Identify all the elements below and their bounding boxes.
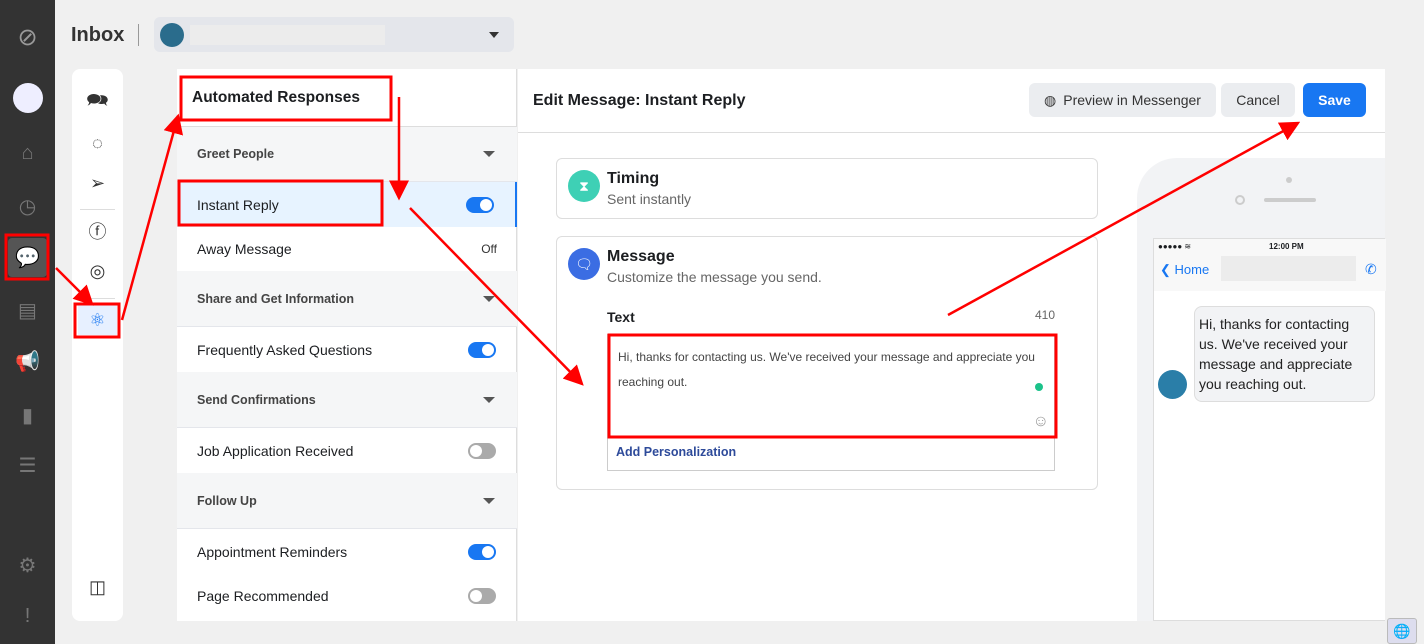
divider bbox=[80, 298, 115, 299]
page-avatar bbox=[1158, 370, 1187, 399]
toggle-on[interactable] bbox=[468, 341, 496, 358]
messenger-icon[interactable]: ◌ bbox=[72, 128, 123, 158]
save-button[interactable]: Save bbox=[1303, 83, 1366, 117]
section-send-confirmations[interactable]: Send Confirmations bbox=[177, 372, 517, 428]
item-label: Away Message bbox=[197, 241, 292, 257]
collapse-icon[interactable]: ◫ bbox=[72, 572, 123, 602]
chat-bubbles-icon: 🗨 bbox=[568, 248, 600, 280]
divider bbox=[80, 209, 115, 210]
message-editor: Hi, thanks for contacting us. We've rece… bbox=[607, 334, 1055, 471]
instagram-icon[interactable]: ◎ bbox=[72, 256, 123, 286]
list-item-instant-reply[interactable]: Instant Reply bbox=[177, 182, 517, 227]
list-item-appointment-reminders[interactable]: Appointment Reminders bbox=[177, 529, 517, 574]
list-item-away-message[interactable]: Away Message Off bbox=[177, 227, 517, 271]
section-label: Share and Get Information bbox=[197, 291, 354, 306]
section-label: Follow Up bbox=[197, 493, 257, 508]
item-label: Instant Reply bbox=[197, 196, 279, 213]
editor-header: Edit Message: Instant Reply ◍ Preview in … bbox=[518, 69, 1385, 133]
send-icon[interactable]: ➢ bbox=[72, 168, 123, 198]
automated-responses-list: Automated Responses Greet People Instant… bbox=[177, 69, 517, 621]
section-label: Send Confirmations bbox=[197, 392, 316, 407]
logo-icon[interactable]: ⊘ bbox=[8, 18, 47, 57]
text-label: Text bbox=[607, 309, 635, 325]
toggle-on[interactable] bbox=[468, 543, 496, 560]
messenger-icon: ◍ bbox=[1044, 91, 1057, 108]
button-label: Preview in Messenger bbox=[1063, 92, 1201, 108]
page-avatar[interactable] bbox=[12, 82, 43, 113]
item-label: Page Recommended bbox=[197, 588, 329, 604]
section-greet-people[interactable]: Greet People bbox=[177, 127, 517, 182]
chevron-down-icon bbox=[483, 497, 495, 504]
chevron-down-icon bbox=[483, 396, 495, 403]
divider bbox=[138, 24, 139, 46]
globe-icon[interactable]: 🌐 bbox=[1387, 618, 1417, 644]
automations-icon[interactable]: ⚛ bbox=[78, 305, 117, 335]
chevron-down-icon bbox=[489, 32, 499, 38]
phone-call-icon[interactable]: ✆ bbox=[1365, 261, 1377, 278]
inbox-icon-column: 🗪 ◌ ➢ ⓕ ◎ ⚛ ◫ bbox=[72, 69, 123, 621]
char-count: 410 bbox=[1034, 308, 1055, 322]
add-personalization-link[interactable]: Add Personalization bbox=[616, 445, 736, 459]
back-label: Home bbox=[1174, 262, 1210, 277]
status-dot bbox=[1035, 383, 1043, 391]
toggle-on[interactable] bbox=[466, 196, 494, 213]
list-item-page-recommended[interactable]: Page Recommended bbox=[177, 574, 517, 618]
item-label: Appointment Reminders bbox=[197, 543, 348, 560]
toggle-off[interactable] bbox=[468, 588, 496, 604]
facebook-icon[interactable]: ⓕ bbox=[72, 216, 123, 246]
page-name-blurred bbox=[1221, 256, 1356, 281]
home-icon[interactable]: ⌂ bbox=[8, 134, 47, 173]
inbox-icon[interactable]: 💬 bbox=[8, 238, 47, 277]
item-label: Frequently Asked Questions bbox=[197, 341, 373, 358]
chevron-down-icon bbox=[483, 151, 495, 157]
list-item-job-application[interactable]: Job Application Received bbox=[177, 428, 517, 473]
posts-icon[interactable]: ▤ bbox=[8, 291, 47, 330]
messenger-preview-screen: ●●●●● ≋ 12:00 PM ❮ Home ✆ Hi, thanks for… bbox=[1153, 238, 1386, 621]
cancel-button[interactable]: Cancel bbox=[1221, 83, 1295, 117]
divider bbox=[608, 436, 1054, 437]
all-messages-icon[interactable]: 🗪 bbox=[72, 88, 123, 118]
menu-icon[interactable]: ☰ bbox=[8, 446, 47, 485]
global-nav: ⊘ ⌂ ◷ 💬 ▤ 📢 ▮ ☰ ⚙ ! bbox=[0, 0, 55, 644]
megaphone-icon[interactable]: 📢 bbox=[8, 342, 47, 381]
page-name-blurred bbox=[190, 25, 385, 45]
section-follow-up[interactable]: Follow Up bbox=[177, 473, 517, 529]
section-label: Greet People bbox=[197, 147, 275, 161]
signal-icon: ●●●●● ≋ bbox=[1158, 242, 1192, 251]
message-text-input[interactable]: Hi, thanks for contacting us. We've rece… bbox=[618, 345, 1043, 395]
page-title: Inbox bbox=[71, 24, 125, 46]
arrow bbox=[120, 113, 184, 321]
status-text: Off bbox=[481, 242, 497, 256]
clock-icon[interactable]: ◷ bbox=[8, 187, 47, 226]
status-time: 12:00 PM bbox=[1269, 242, 1304, 251]
sensor-icon bbox=[1235, 195, 1245, 205]
message-card: 🗨 Message Customize the message you send… bbox=[556, 236, 1098, 490]
back-button[interactable]: ❮ Home bbox=[1160, 262, 1209, 278]
toggle-off[interactable] bbox=[468, 442, 496, 459]
chevron-down-icon bbox=[483, 295, 495, 302]
insights-icon[interactable]: ▮ bbox=[8, 396, 47, 435]
list-item-faq[interactable]: Frequently Asked Questions bbox=[177, 327, 517, 372]
preview-in-messenger-button[interactable]: ◍ Preview in Messenger bbox=[1029, 83, 1216, 117]
list-title: Automated Responses bbox=[177, 69, 517, 127]
speaker bbox=[1264, 198, 1316, 202]
page-avatar bbox=[160, 23, 184, 47]
timing-card[interactable]: ⧗ Timing Sent instantly bbox=[556, 158, 1098, 219]
gear-icon[interactable]: ⚙ bbox=[8, 546, 47, 585]
page-selector[interactable] bbox=[154, 17, 514, 52]
editor-title: Edit Message: Instant Reply bbox=[533, 92, 746, 109]
feedback-icon[interactable]: ! bbox=[8, 597, 47, 636]
timer-icon: ⧗ bbox=[568, 170, 600, 202]
camera-dot bbox=[1286, 177, 1292, 183]
card-title: Message bbox=[607, 248, 675, 265]
card-title: Timing bbox=[607, 170, 660, 187]
card-subtitle: Customize the message you send. bbox=[607, 269, 822, 285]
item-label: Job Application Received bbox=[197, 442, 354, 459]
card-subtitle: Sent instantly bbox=[607, 191, 692, 207]
emoji-icon[interactable]: ☺ bbox=[1033, 413, 1049, 431]
message-bubble: Hi, thanks for contacting us. We've rece… bbox=[1194, 306, 1375, 402]
section-share-info[interactable]: Share and Get Information bbox=[177, 271, 517, 327]
